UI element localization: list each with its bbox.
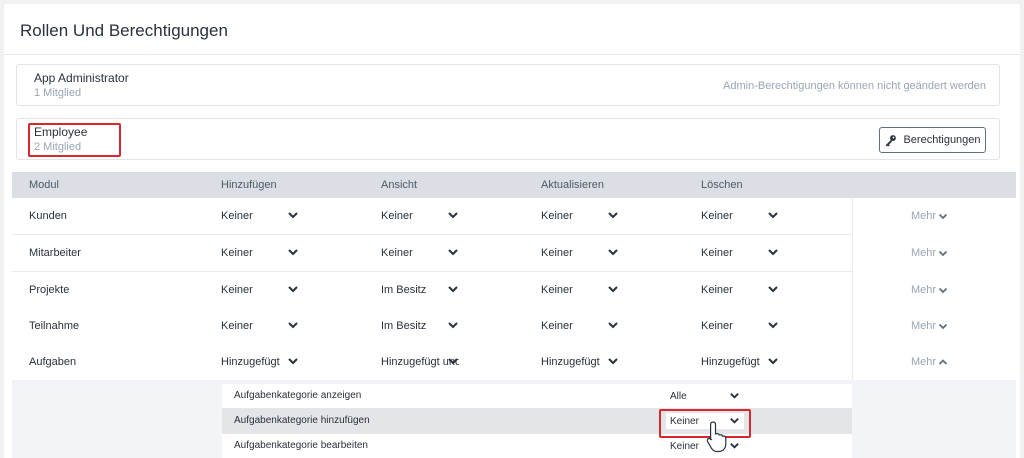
header-loeschen: Löschen — [701, 179, 743, 191]
module-name: Aufgaben — [29, 356, 77, 368]
role-count-employee: 2 Mitglied — [34, 141, 82, 153]
chevron-down-icon — [768, 212, 778, 219]
chevron-down-icon — [730, 393, 739, 399]
chevron-down-icon — [938, 287, 948, 294]
permission-select[interactable]: Hinzugefügt — [221, 354, 299, 370]
more-cell: Mehr — [852, 235, 1016, 272]
permission-select[interactable]: Keiner — [701, 245, 779, 261]
admin-note: Admin-Berechtigungen können nicht geände… — [723, 80, 986, 92]
permission-select[interactable]: Keiner — [701, 208, 779, 224]
sub-permission-row: Aufgabenkategorie anzeigen Alle — [222, 384, 852, 409]
role-card-admin: App Administrator 1 Mitglied Admin-Berec… — [16, 64, 1000, 106]
sub-permission-select[interactable]: Alle — [666, 388, 744, 404]
permission-select[interactable]: Keiner — [221, 318, 299, 334]
role-name-admin: App Administrator — [34, 71, 129, 85]
header-modul: Modul — [29, 179, 59, 191]
permission-select[interactable]: Keiner — [221, 245, 299, 261]
permission-select[interactable]: Hinzugefügt — [701, 354, 779, 370]
table-row: Projekte Keiner Im Besitz Keiner Keiner Mehr — [12, 272, 1016, 309]
sub-permission-row: Aufgabenkategorie hinzufügen Keiner — [222, 409, 852, 434]
permission-select[interactable]: Keiner — [381, 208, 459, 224]
chevron-down-icon — [608, 212, 618, 219]
divider — [4, 54, 1020, 55]
header-hinzufuegen: Hinzufügen — [221, 179, 277, 191]
permission-select[interactable]: Keiner — [701, 318, 779, 334]
more-toggle[interactable]: Mehr — [911, 320, 948, 332]
chevron-down-icon — [448, 358, 458, 365]
module-name: Teilnahme — [29, 320, 80, 332]
more-toggle[interactable]: Mehr — [911, 284, 948, 296]
chevron-down-icon — [288, 249, 298, 256]
chevron-down-icon — [288, 322, 298, 329]
chevron-down-icon — [768, 249, 778, 256]
chevron-down-icon — [448, 286, 458, 293]
permission-select[interactable]: Hinzugefügt und Im Besitz — [381, 354, 459, 370]
role-card-employee: Employee 2 Mitglied Berechtigungen — [16, 118, 1000, 160]
chevron-down-icon — [938, 323, 948, 330]
page-title: Rollen Und Berechtigungen — [20, 21, 228, 40]
table-row: Kunden Keiner Keiner Keiner Keiner Mehr — [12, 198, 1016, 235]
role-count-admin: 1 Mitglied — [34, 87, 82, 99]
table-row: Teilnahme Keiner Im Besitz Keiner Keiner Mehr — [12, 308, 1016, 345]
table-row: Aufgaben Hinzugefügt Hinzugefügt und Im Be… — [12, 344, 1016, 381]
chevron-down-icon — [448, 322, 458, 329]
chevron-up-icon — [938, 359, 948, 365]
permissions-button[interactable]: Berechtigungen — [879, 127, 986, 153]
sub-permissions-panel: Aufgabenkategorie anzeigen Alle Aufgaben… — [12, 380, 1016, 458]
permission-select[interactable]: Hinzugefügt — [541, 354, 619, 370]
permission-select[interactable]: Keiner — [541, 245, 619, 261]
sub-permission-label: Aufgabenkategorie anzeigen — [234, 390, 362, 401]
permission-select[interactable]: Im Besitz — [381, 318, 459, 334]
more-toggle[interactable]: Mehr — [911, 247, 948, 259]
sub-permission-label: Aufgabenkategorie bearbeiten — [234, 440, 368, 451]
role-name-employee: Employee — [34, 125, 88, 139]
permissions-button-label: Berechtigungen — [903, 134, 981, 146]
permission-select[interactable]: Keiner — [541, 282, 619, 298]
chevron-down-icon — [768, 358, 778, 365]
permission-select[interactable]: Keiner — [541, 318, 619, 334]
chevron-down-icon — [288, 358, 298, 365]
more-toggle[interactable]: Mehr — [911, 210, 948, 222]
chevron-down-icon — [608, 322, 618, 329]
chevron-down-icon — [448, 212, 458, 219]
more-cell: Mehr — [852, 308, 1016, 345]
more-cell: Mehr — [852, 272, 1016, 309]
permission-select[interactable]: Im Besitz — [381, 282, 459, 298]
chevron-down-icon — [608, 249, 618, 256]
permission-select[interactable]: Keiner — [541, 208, 619, 224]
mouse-cursor-icon — [706, 421, 727, 453]
permission-select[interactable]: Keiner — [701, 282, 779, 298]
more-cell: Mehr — [852, 344, 1016, 381]
module-name: Mitarbeiter — [29, 247, 81, 259]
permission-select[interactable]: Keiner — [221, 282, 299, 298]
permission-select[interactable]: Keiner — [381, 245, 459, 261]
table-row: Mitarbeiter Keiner Keiner Keiner Keiner Mehr — [12, 235, 1016, 272]
chevron-down-icon — [938, 250, 948, 257]
chevron-down-icon — [768, 322, 778, 329]
module-name: Kunden — [29, 210, 67, 222]
module-name: Projekte — [29, 284, 70, 296]
sub-permission-label: Aufgabenkategorie hinzufügen — [234, 415, 370, 426]
chevron-down-icon — [288, 212, 298, 219]
chevron-down-icon — [288, 286, 298, 293]
chevron-down-icon — [608, 358, 618, 365]
header-aktualisieren: Aktualisieren — [541, 179, 604, 191]
chevron-down-icon — [608, 286, 618, 293]
sub-permission-row: Aufgabenkategorie bearbeiten Keiner — [222, 434, 852, 458]
header-ansicht: Ansicht — [381, 179, 418, 191]
permissions-table-header: Modul Hinzufügen Ansicht Aktualisieren L… — [12, 172, 1016, 198]
key-icon — [886, 134, 897, 147]
chevron-down-icon — [768, 286, 778, 293]
more-cell: Mehr — [852, 198, 1016, 235]
permission-select[interactable]: Keiner — [221, 208, 299, 224]
more-toggle[interactable]: Mehr — [911, 356, 948, 368]
chevron-down-icon — [938, 213, 948, 220]
chevron-down-icon — [448, 249, 458, 256]
